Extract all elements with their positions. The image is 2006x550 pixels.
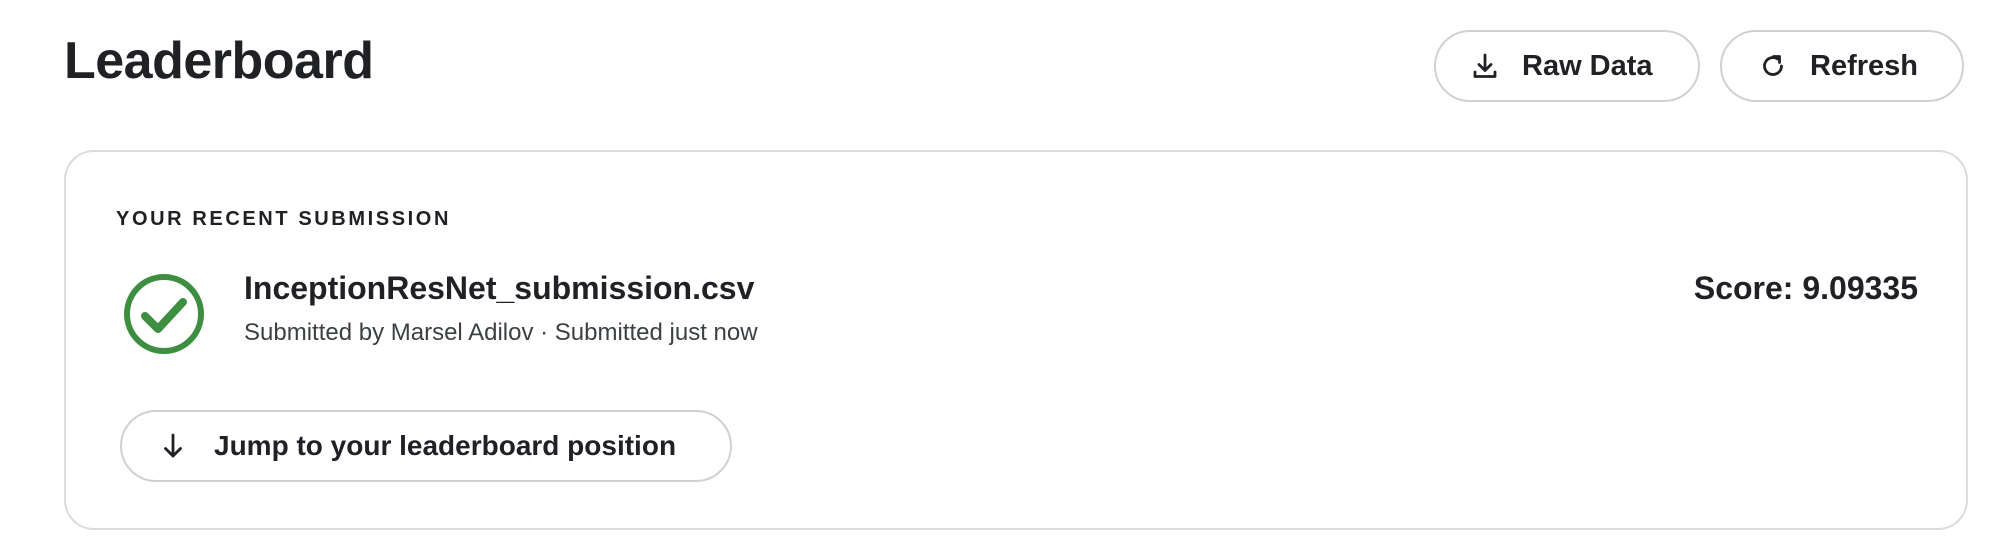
submission-score: Score: 9.09335 [1693, 270, 1918, 306]
refresh-label: Refresh [1810, 49, 1918, 82]
recent-submission-card: YOUR RECENT SUBMISSION InceptionResNet_s… [64, 150, 1968, 530]
refresh-button[interactable]: Refresh [1720, 30, 1964, 102]
raw-data-button[interactable]: Raw Data [1434, 30, 1700, 102]
jump-label: Jump to your leaderboard position [214, 430, 677, 461]
check-circle-icon [122, 272, 206, 356]
submission-file-name: InceptionResNet_submission.csv [244, 270, 755, 306]
arrow-down-icon [158, 431, 188, 461]
raw-data-label: Raw Data [1522, 49, 1653, 82]
leaderboard-page: Leaderboard Raw Data Refresh YOUR RECENT… [0, 0, 2006, 550]
download-icon [1470, 51, 1500, 81]
refresh-icon [1758, 51, 1788, 81]
page-title: Leaderboard [64, 32, 374, 90]
section-label: YOUR RECENT SUBMISSION [116, 208, 452, 230]
submission-meta: Submitted by Marsel Adilov · Submitted j… [244, 319, 758, 346]
jump-to-position-button[interactable]: Jump to your leaderboard position [120, 410, 732, 482]
